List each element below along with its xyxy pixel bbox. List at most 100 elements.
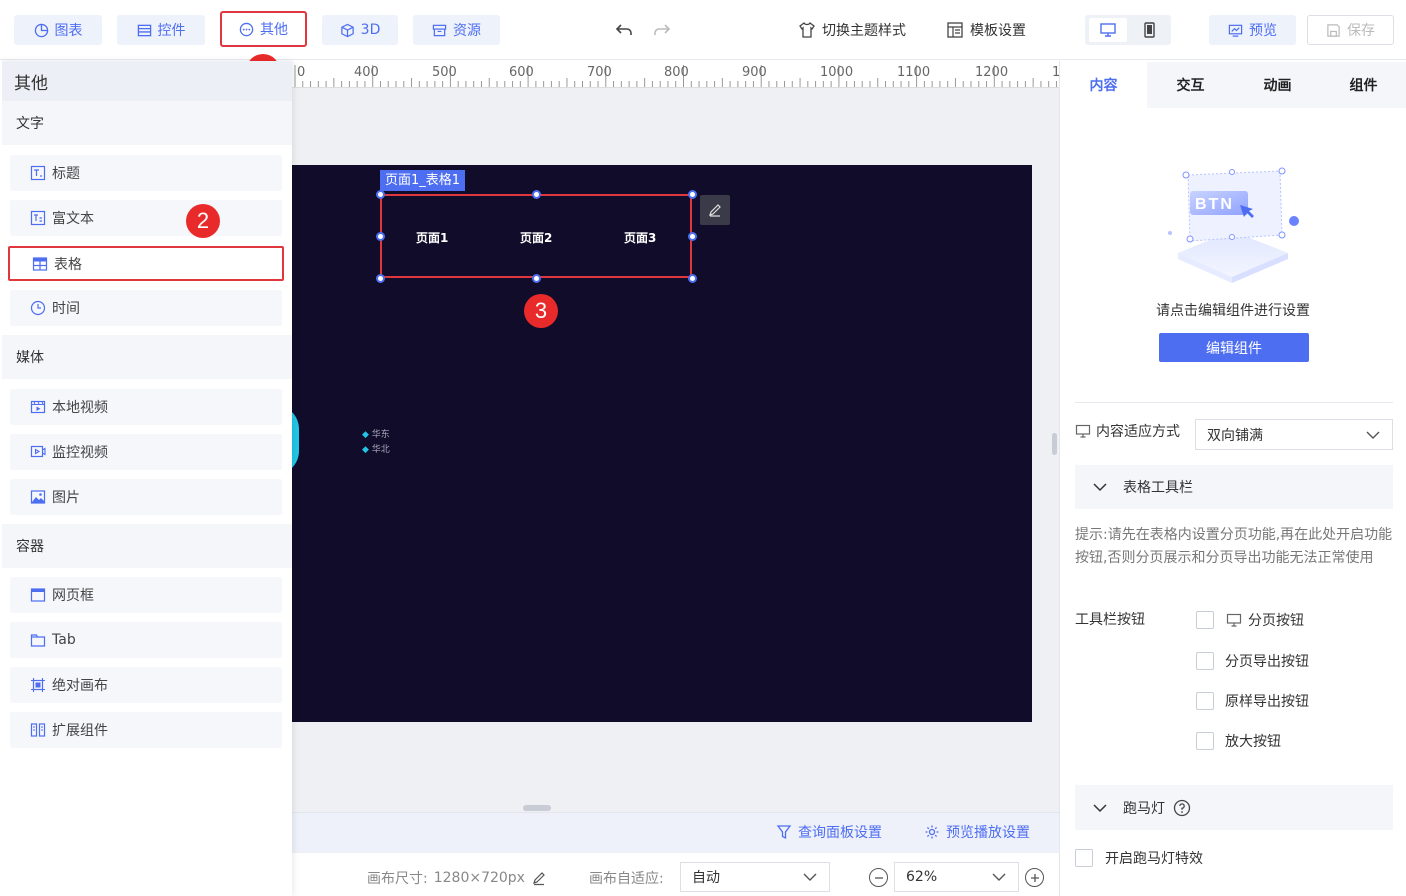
checkbox-original-export-button[interactable]: [1196, 692, 1214, 710]
query-panel-label: 查询面板设置: [798, 825, 882, 841]
minus-icon: [874, 876, 883, 879]
widget-tab-label: 控件: [157, 23, 186, 39]
page-tab-1[interactable]: 页面1: [416, 229, 448, 246]
switch-theme-button[interactable]: 切换主题样式: [798, 15, 906, 45]
vertical-resize-handle[interactable]: [1052, 433, 1057, 455]
page-tab-2[interactable]: 页面2: [520, 229, 552, 246]
preview-play-settings-button[interactable]: 预览播放设置: [924, 822, 1030, 842]
resize-handle-s[interactable]: [532, 274, 541, 283]
ruler-label: 700: [587, 65, 612, 80]
checkbox-page-button[interactable]: [1196, 611, 1214, 629]
page-tab-3[interactable]: 页面3: [624, 229, 656, 246]
tab-animation[interactable]: 动画: [1234, 62, 1321, 108]
table-toolbar-title: 表格工具栏: [1123, 480, 1193, 496]
item-time[interactable]: 时间: [10, 290, 282, 326]
save-label: 保存: [1347, 23, 1375, 39]
canvas-adapt-select[interactable]: 自动: [680, 862, 830, 892]
item-absolute-canvas[interactable]: 绝对画布: [10, 667, 282, 703]
content-adapt-select[interactable]: 双向铺满: [1195, 419, 1393, 450]
item-absolute-canvas-label: 绝对画布: [52, 678, 108, 694]
resize-handle-w[interactable]: [376, 232, 385, 241]
table-component[interactable]: 页面1 页面2 页面3: [380, 194, 692, 278]
mobile-view-button[interactable]: [1131, 18, 1167, 42]
desktop-icon: [1100, 23, 1116, 37]
ruler-label: 500: [432, 65, 457, 80]
preview-button[interactable]: 预览: [1209, 15, 1296, 45]
resize-handle-se[interactable]: [688, 274, 697, 283]
item-webframe-label: 网页框: [52, 588, 94, 604]
checkbox-marquee-effect[interactable]: [1075, 849, 1093, 867]
item-title[interactable]: 标题: [10, 155, 282, 191]
ruler-label: 1: [1052, 65, 1059, 80]
tab-interaction[interactable]: 交互: [1147, 62, 1234, 108]
marquee-effect-label: 开启跑马灯特效: [1105, 851, 1203, 867]
item-monitor-video-label: 监控视频: [52, 445, 108, 461]
desktop-view-button[interactable]: [1089, 18, 1127, 42]
checkbox-zoom-button[interactable]: [1196, 732, 1214, 750]
help-icon[interactable]: [1173, 799, 1191, 817]
other-tab-button[interactable]: 其他: [220, 11, 307, 47]
item-image[interactable]: 图片: [10, 479, 282, 515]
chart-tab-button[interactable]: 图表: [14, 15, 102, 45]
edit-size-icon[interactable]: [531, 870, 547, 886]
item-extension[interactable]: 扩展组件: [10, 712, 282, 748]
ruler-label: 400: [354, 65, 379, 80]
zoom-select[interactable]: 62%: [894, 862, 1019, 892]
marquee-section[interactable]: 跑马灯: [1075, 785, 1393, 830]
section-text: 文字: [2, 101, 292, 145]
item-title-label: 标题: [52, 166, 80, 182]
redo-icon[interactable]: [650, 18, 674, 42]
zoom-button-label: 放大按钮: [1225, 734, 1281, 750]
monitor-icon: [1226, 613, 1242, 627]
more-circle-icon: [239, 22, 254, 36]
chevron-down-icon: [992, 873, 1006, 881]
widget-icon: [137, 24, 151, 36]
absolute-canvas-icon: [31, 678, 45, 692]
resize-handle-nw[interactable]: [376, 190, 385, 199]
resource-tab-button[interactable]: 资源: [413, 15, 500, 45]
chart-tab-label: 图表: [54, 23, 83, 39]
item-monitor-video[interactable]: 监控视频: [10, 434, 282, 470]
query-panel-settings-button[interactable]: 查询面板设置: [776, 822, 882, 842]
undo-icon[interactable]: [612, 18, 636, 42]
resize-handle-ne[interactable]: [688, 190, 697, 199]
resize-handle-n[interactable]: [532, 190, 541, 199]
resize-handle-e[interactable]: [688, 232, 697, 241]
item-webframe[interactable]: 网页框: [10, 577, 282, 613]
section-container: 容器: [2, 524, 292, 568]
widget-tab-button[interactable]: 控件: [117, 15, 205, 45]
item-table[interactable]: 表格: [8, 246, 284, 281]
chevron-down-icon: [1366, 431, 1380, 439]
chart-legend: ◆ 华东 ◆ 华北: [362, 428, 390, 458]
template-settings-button[interactable]: 模板设置: [946, 15, 1026, 45]
left-panel-header: 其他: [2, 61, 292, 101]
template-icon: [947, 22, 963, 38]
ruler-label: 900: [742, 65, 767, 80]
btn-illustration: BTN: [1160, 165, 1305, 285]
section-container-label: 容器: [16, 539, 44, 555]
canvas-adapt-value: 自动: [692, 870, 720, 886]
content-adapt-label: 内容适应方式: [1096, 424, 1180, 440]
save-button[interactable]: 保存: [1307, 15, 1394, 45]
3d-tab-label: 3D: [360, 22, 381, 38]
3d-tab-button[interactable]: 3D: [322, 15, 398, 45]
edit-component-icon[interactable]: [700, 195, 730, 225]
tab-content[interactable]: 内容: [1060, 62, 1147, 108]
original-export-button-label: 原样导出按钮: [1225, 694, 1309, 710]
ruler-label: 1100: [897, 65, 930, 80]
checkbox-page-export-button[interactable]: [1196, 652, 1214, 670]
browser-window-icon: [30, 588, 46, 602]
table-toolbar-section[interactable]: 表格工具栏: [1075, 465, 1393, 509]
item-local-video[interactable]: 本地视频: [10, 389, 282, 425]
item-richtext[interactable]: 富文本: [10, 200, 282, 236]
zoom-in-button[interactable]: [1025, 868, 1044, 887]
horizontal-resize-handle[interactable]: [523, 805, 551, 811]
zoom-out-button[interactable]: [869, 868, 888, 887]
resize-handle-sw[interactable]: [376, 274, 385, 283]
section-text-label: 文字: [16, 116, 44, 132]
tab-component[interactable]: 组件: [1321, 62, 1406, 108]
item-tab[interactable]: Tab: [10, 622, 282, 658]
legend-north-label: 华北: [371, 445, 390, 455]
edit-component-button[interactable]: 编辑组件: [1159, 333, 1309, 362]
plus-icon: [1030, 873, 1039, 882]
